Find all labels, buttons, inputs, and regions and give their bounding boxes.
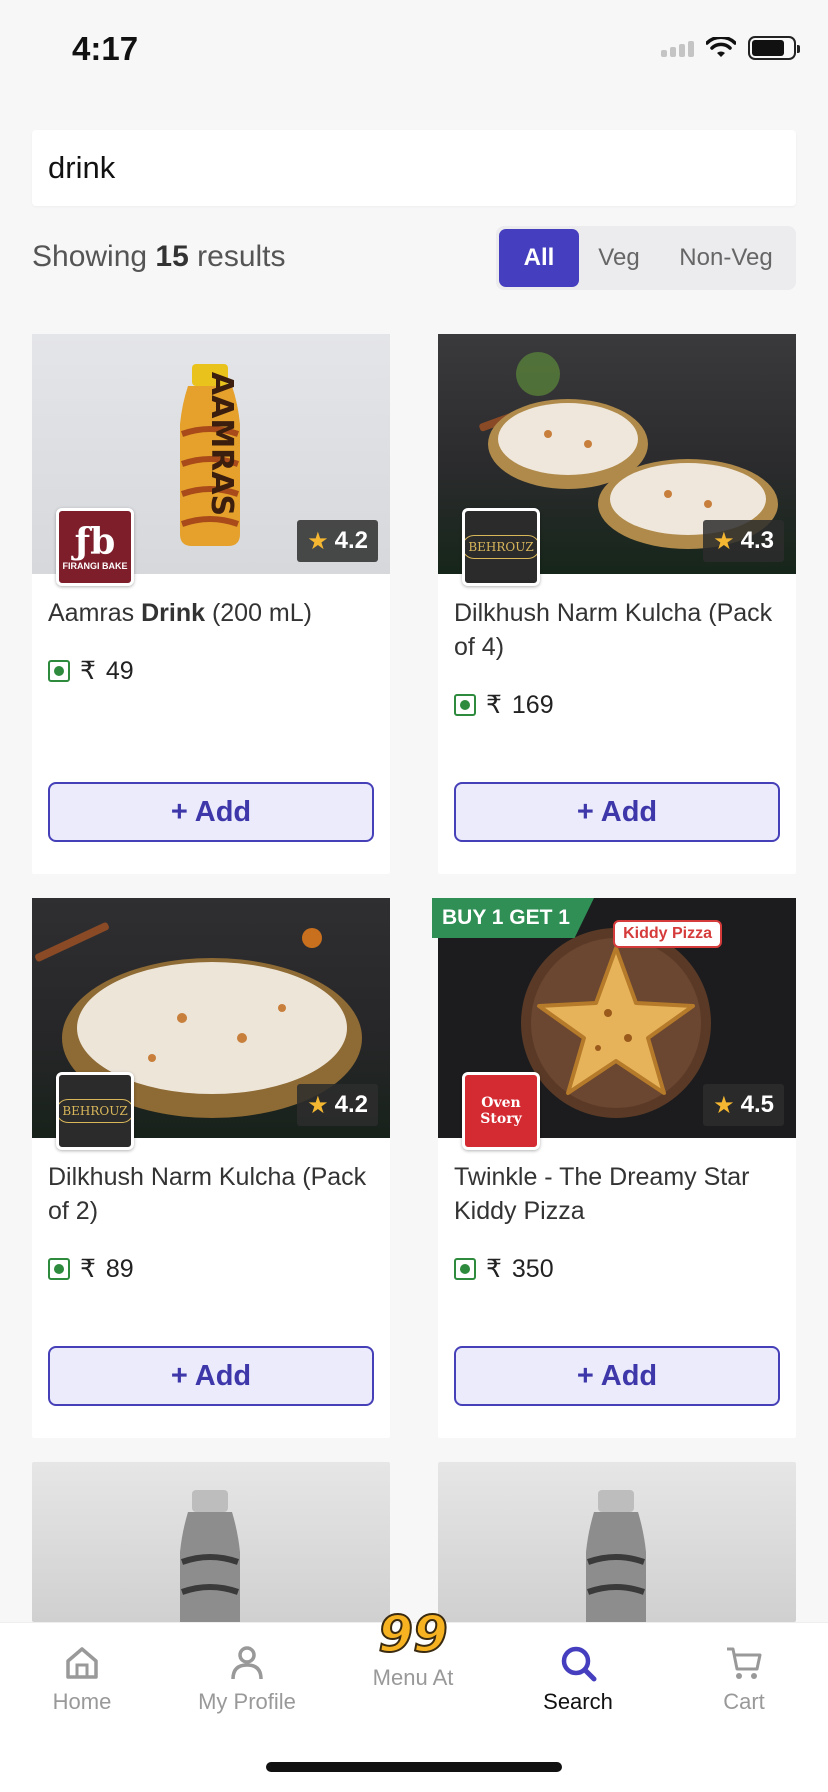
star-icon: ★ (307, 527, 329, 555)
status-time: 4:17 (72, 30, 139, 67)
results-count: Showing 15 results (32, 240, 286, 274)
rating-value: 4.2 (334, 1091, 368, 1118)
product-title: Aamras Drink (200 mL) (48, 596, 378, 630)
offer-badge: BUY 1 GET 1 (432, 898, 594, 938)
status-bar: 4:17 (0, 0, 828, 100)
product-card[interactable]: AAMRAS ★ 4.2 ƒb FIRANGI BAKE Aamras Drink… (32, 334, 390, 874)
menu-99-logo: 99 (377, 1605, 449, 1663)
results-prefix: Showing (32, 240, 148, 273)
veg-icon (48, 660, 70, 682)
product-card[interactable] (32, 1462, 390, 1632)
battery-icon (748, 36, 800, 60)
filter-nonveg-button[interactable]: Non-Veg (659, 229, 793, 287)
search-input[interactable] (48, 150, 796, 186)
nav-profile[interactable]: My Profile (182, 1643, 312, 1715)
price-row: ₹49 (48, 656, 134, 686)
currency: ₹ (80, 657, 96, 685)
product-title: Twinkle - The Dreamy Star Kiddy Pizza (454, 1163, 750, 1225)
rating-badge: ★ 4.2 (297, 1084, 378, 1126)
brand-name: FIRANGI BAKE (62, 561, 128, 571)
category-tag: Kiddy Pizza (613, 920, 722, 948)
price: 49 (105, 656, 134, 685)
brand-logo: Oven Story (462, 1072, 540, 1150)
rating-value: 4.2 (334, 527, 368, 554)
juice-bottle-image (586, 1490, 646, 1632)
nav-cart-label: Cart (723, 1689, 765, 1714)
rating-badge: ★ 4.5 (703, 1084, 784, 1126)
star-icon: ★ (713, 527, 735, 555)
search-box[interactable] (32, 130, 796, 206)
product-card[interactable]: BUY 1 GET 1 Kiddy Pizza ★ 4.5 Oven Story … (432, 898, 796, 1438)
price: 169 (511, 690, 554, 719)
home-icon (66, 1647, 98, 1679)
status-icons (661, 36, 800, 60)
veg-icon (454, 1258, 476, 1280)
brand-name: Oven Story (480, 1095, 522, 1127)
rating-value: 4.5 (740, 1091, 774, 1118)
filter-all-button[interactable]: All (499, 229, 579, 287)
star-icon: ★ (713, 1091, 735, 1119)
filter-veg-button[interactable]: Veg (579, 229, 659, 287)
rating-badge: ★ 4.3 (703, 520, 784, 562)
signal-icon (661, 39, 694, 57)
results-suffix: results (197, 240, 286, 273)
home-indicator (266, 1762, 562, 1772)
product-title: Dilkhush Narm Kulcha (Pack of 2) (48, 1163, 367, 1225)
price: 350 (511, 1254, 554, 1283)
currency: ₹ (80, 1255, 96, 1283)
search-icon (561, 1646, 597, 1682)
product-card[interactable]: ★ 4.3 BEHROUZ Dilkhush Narm Kulcha (Pack … (438, 334, 796, 874)
star-icon: ★ (307, 1091, 329, 1119)
user-icon (231, 1646, 263, 1680)
brand-logo: BEHROUZ (462, 508, 540, 586)
price: 89 (105, 1254, 134, 1283)
nav-home-label: Home (52, 1689, 112, 1714)
brand-logo: ƒb FIRANGI BAKE (56, 508, 134, 586)
firangi-logo-mark: ƒb (74, 521, 116, 563)
brand-name: BEHROUZ (59, 1099, 131, 1123)
rating-value: 4.3 (740, 527, 774, 554)
add-button[interactable]: + Add (48, 782, 374, 842)
product-title: Dilkhush Narm Kulcha (Pack of 4) (454, 599, 773, 661)
price-row: ₹350 (454, 1254, 554, 1284)
nav-search[interactable]: Search (513, 1643, 643, 1715)
rating-badge: ★ 4.2 (297, 520, 378, 562)
product-title-highlight: Drink (141, 599, 205, 627)
currency: ₹ (486, 1255, 502, 1283)
product-title-text: Aamras (48, 599, 142, 627)
price-row: ₹169 (454, 690, 554, 720)
juice-bottle-image (180, 1490, 240, 1632)
veg-icon (454, 694, 476, 716)
brand-logo: BEHROUZ (56, 1072, 134, 1150)
nav-menu-at-99[interactable]: 99 Menu At (348, 1608, 478, 1691)
nav-search-label: Search (543, 1689, 613, 1714)
results-number: 15 (155, 240, 189, 273)
product-title-text: (200 mL) (205, 599, 312, 627)
add-button[interactable]: + Add (454, 782, 780, 842)
add-button[interactable]: + Add (454, 1346, 780, 1406)
cart-icon (727, 1647, 762, 1679)
add-button[interactable]: + Add (48, 1346, 374, 1406)
veg-icon (48, 1258, 70, 1280)
price-row: ₹89 (48, 1254, 134, 1284)
nav-menu-label: Menu At (372, 1665, 454, 1690)
nav-profile-label: My Profile (198, 1689, 296, 1714)
currency: ₹ (486, 691, 502, 719)
nav-cart[interactable]: Cart (679, 1643, 809, 1715)
wifi-icon (706, 37, 736, 57)
product-card[interactable] (438, 1462, 796, 1632)
diet-filter: All Veg Non-Veg (496, 226, 796, 290)
nav-home[interactable]: Home (17, 1643, 147, 1715)
svg-text:AAMRAS: AAMRAS (204, 372, 239, 516)
brand-name: BEHROUZ (465, 535, 537, 559)
product-card[interactable]: ★ 4.2 BEHROUZ Dilkhush Narm Kulcha (Pack … (32, 898, 390, 1438)
